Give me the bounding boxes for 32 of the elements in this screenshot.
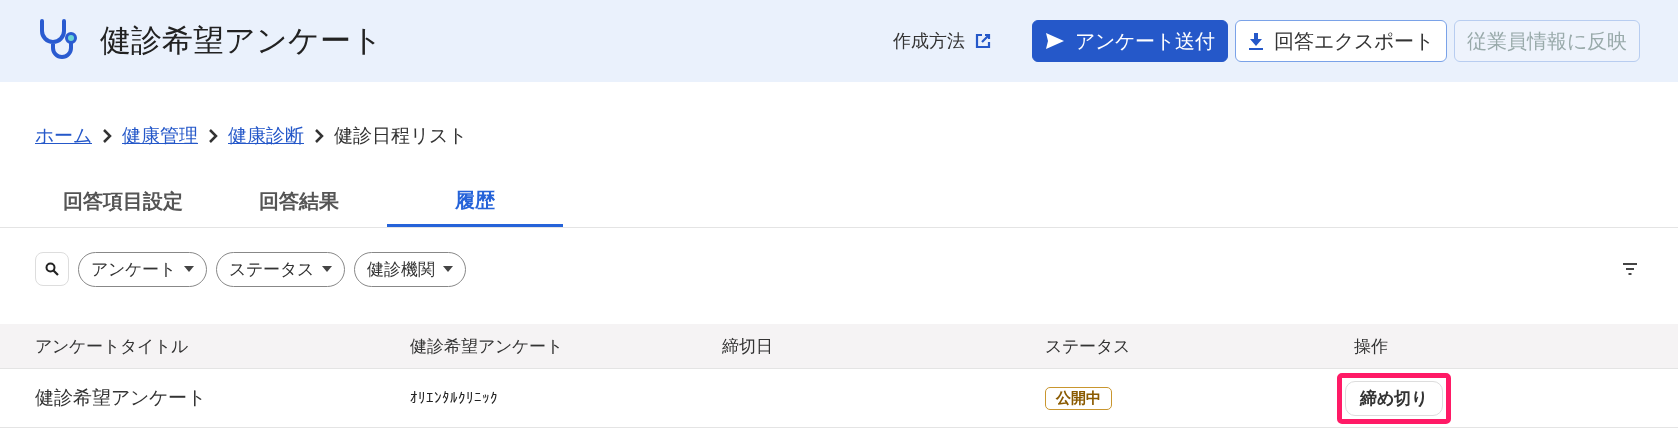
search-icon — [45, 262, 59, 276]
table-cell-text: 健診希望アンケート — [34, 385, 207, 410]
breadcrumb-link[interactable]: ホーム — [35, 123, 92, 149]
column-header: ステータス — [1044, 334, 1131, 358]
column-header: 健診希望アンケート — [409, 334, 564, 358]
send-icon — [1045, 32, 1065, 50]
tab[interactable]: 履歴 — [387, 176, 563, 227]
toolbar-button[interactable]: アンケート送付 — [1032, 20, 1228, 62]
column-header: 締切日 — [721, 334, 774, 358]
filter-icon[interactable] — [1622, 263, 1638, 275]
caret-down-icon — [322, 266, 332, 272]
chevron-right-icon — [314, 129, 324, 143]
chevron-right-icon — [208, 129, 218, 143]
table-cell-text: ｵﾘｴﾝﾀﾙｸﾘﾆｯｸ — [409, 388, 499, 409]
external-link-icon — [975, 33, 991, 49]
breadcrumb-link[interactable]: 健康管理 — [122, 123, 198, 149]
help-link[interactable]: 作成方法 — [893, 29, 991, 53]
page-title: 健診希望アンケート — [100, 21, 384, 60]
caret-down-icon — [443, 266, 453, 272]
tab[interactable]: 回答項目設定 — [35, 176, 211, 227]
tab[interactable]: 回答結果 — [211, 176, 387, 227]
breadcrumb-current: 健診日程リスト — [334, 123, 467, 148]
search-button[interactable] — [35, 252, 69, 286]
close-survey-button[interactable]: 締め切り — [1345, 380, 1443, 416]
download-icon — [1248, 32, 1264, 50]
toolbar-button[interactable]: 回答エクスポート — [1235, 20, 1447, 62]
status-badge: 公開中 — [1045, 386, 1112, 410]
column-header: 操作 — [1353, 334, 1389, 358]
chevron-right-icon — [102, 129, 112, 143]
breadcrumb-link[interactable]: 健康診断 — [228, 123, 304, 149]
caret-down-icon — [184, 266, 194, 272]
column-header: アンケートタイトル — [34, 334, 189, 358]
